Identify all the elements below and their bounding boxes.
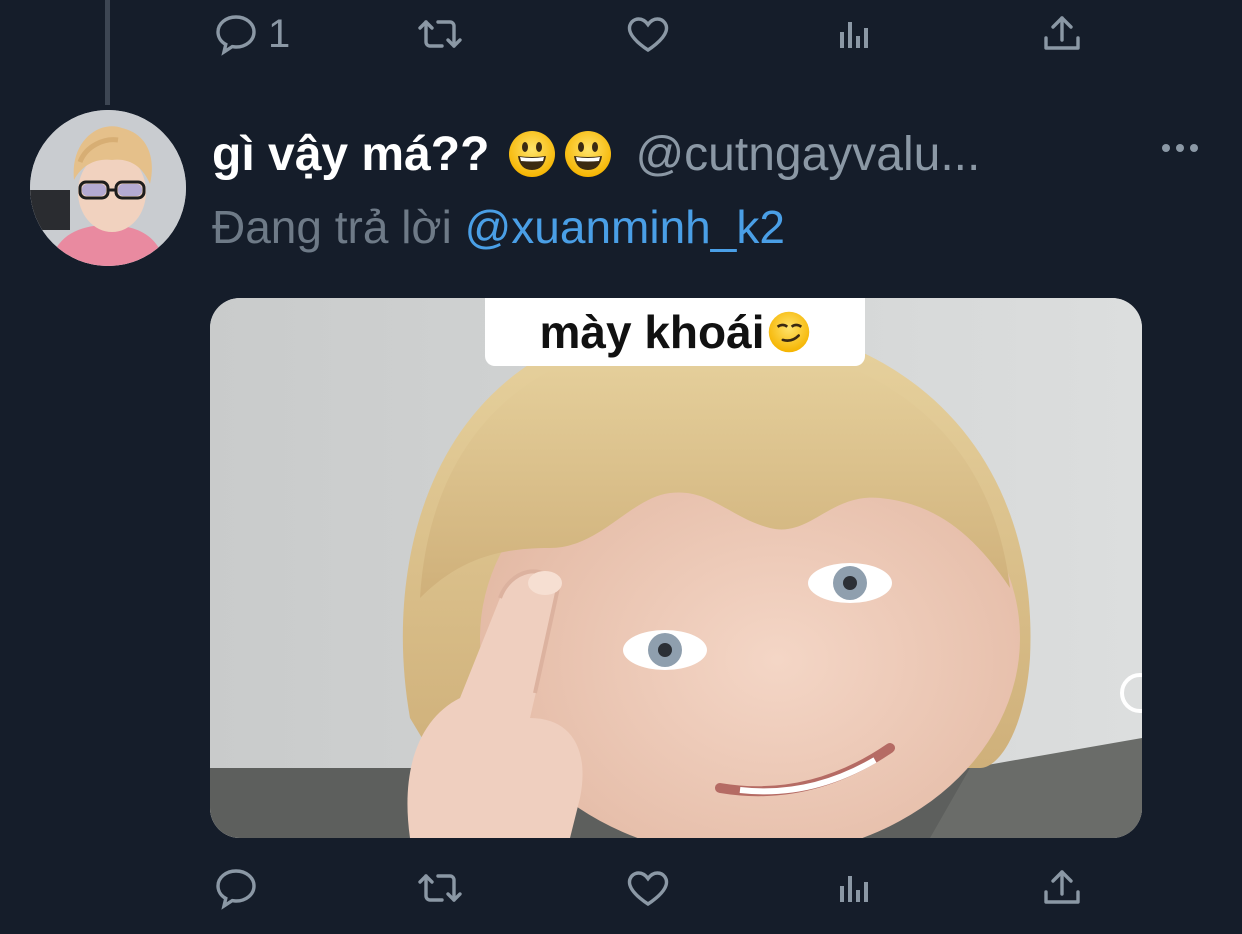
reply-icon (212, 10, 260, 58)
analytics-button[interactable] (832, 4, 880, 64)
replying-to-line: Đang trả lời @xuanminh_k2 (212, 200, 785, 260)
tweet-header: gì vậy má?? @cutngayvalu... (212, 122, 1132, 186)
reply-icon (212, 864, 260, 912)
like-button[interactable] (624, 4, 672, 64)
previous-tweet-action-bar: 1 (212, 4, 1112, 64)
media-caption: mày khoái (485, 298, 865, 366)
smirking-face-emoji (767, 310, 811, 354)
reply-button[interactable]: 1 (212, 4, 290, 64)
retweet-icon (416, 864, 464, 912)
reply-mention-link[interactable]: @xuanminh_k2 (465, 201, 785, 253)
media-photo (210, 298, 1142, 838)
more-dots-icon (1160, 141, 1200, 159)
more-options-button[interactable] (1158, 128, 1202, 172)
heart-icon (624, 10, 672, 58)
heart-icon (624, 864, 672, 912)
share-icon (1038, 864, 1086, 912)
tweet-media-image[interactable]: mày khoái (210, 298, 1142, 838)
thread-connector-line (105, 0, 110, 105)
reply-count: 1 (268, 11, 291, 56)
like-button[interactable] (624, 858, 672, 918)
user-avatar[interactable] (30, 110, 186, 266)
display-name[interactable]: gì vậy má?? (212, 127, 489, 182)
retweet-icon (416, 10, 464, 58)
retweet-button[interactable] (416, 858, 464, 918)
bar-chart-icon (832, 10, 880, 58)
replying-to-label: Đang trả lời (212, 201, 452, 253)
share-button[interactable] (1038, 858, 1086, 918)
grinning-face-emoji (563, 129, 613, 179)
tweet-action-bar (212, 858, 1112, 918)
grinning-face-emoji (507, 129, 557, 179)
share-button[interactable] (1038, 4, 1086, 64)
bar-chart-icon (832, 864, 880, 912)
retweet-button[interactable] (416, 4, 464, 64)
user-handle[interactable]: @cutngayvalu... (635, 127, 980, 182)
reply-button[interactable] (212, 858, 268, 918)
analytics-button[interactable] (832, 858, 880, 918)
share-icon (1038, 10, 1086, 58)
avatar-photo (30, 110, 186, 266)
media-caption-text: mày khoái (539, 306, 765, 358)
